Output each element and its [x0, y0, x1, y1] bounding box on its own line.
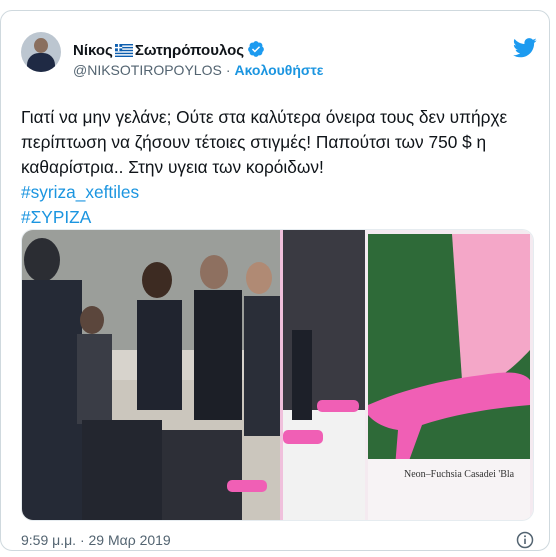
twitter-bird-icon[interactable] [513, 38, 537, 63]
author-handle-row: @NIKSOTIROPOYLOS · Ακολουθήστε [73, 62, 323, 78]
tweet-text: Γιατί να μην γελάνε; Ούτε στα καλύτερα ό… [21, 105, 541, 230]
follow-button[interactable]: Ακολουθήστε [234, 62, 323, 78]
author-first-name: Νίκος [73, 42, 113, 59]
hashtag-syriza-xeftiles[interactable]: #syriza_xeftiles [21, 182, 139, 202]
greek-flag-icon [114, 44, 133, 61]
verified-badge-icon [247, 40, 265, 62]
tweet-photo[interactable]: Neon–Fuchsia Casadei 'Bla [21, 229, 534, 521]
photo-caption: Neon–Fuchsia Casadei 'Bla [404, 469, 515, 480]
tweet-body: Γιατί να μην γελάνε; Ούτε στα καλύτερα ό… [21, 107, 508, 177]
separator-dot: · [225, 62, 231, 78]
avatar[interactable] [21, 32, 61, 72]
tweet-card: Νίκος Σωτηρόπουλος @NIKSOTIROPOYLOS · Ακολο… [0, 10, 550, 551]
author-last-name: Σωτηρόπουλος [134, 42, 245, 59]
tweet-timestamp[interactable]: 9:59 μ.μ. · 29 Μαρ 2019 [21, 532, 171, 548]
hashtag-syriza[interactable]: #ΣΥΡΙΖΑ [21, 207, 91, 227]
info-icon[interactable] [516, 531, 534, 554]
author-handle[interactable]: @NIKSOTIROPOYLOS [73, 62, 222, 78]
author-name[interactable]: Νίκος Σωτηρόπουλος [73, 40, 265, 62]
